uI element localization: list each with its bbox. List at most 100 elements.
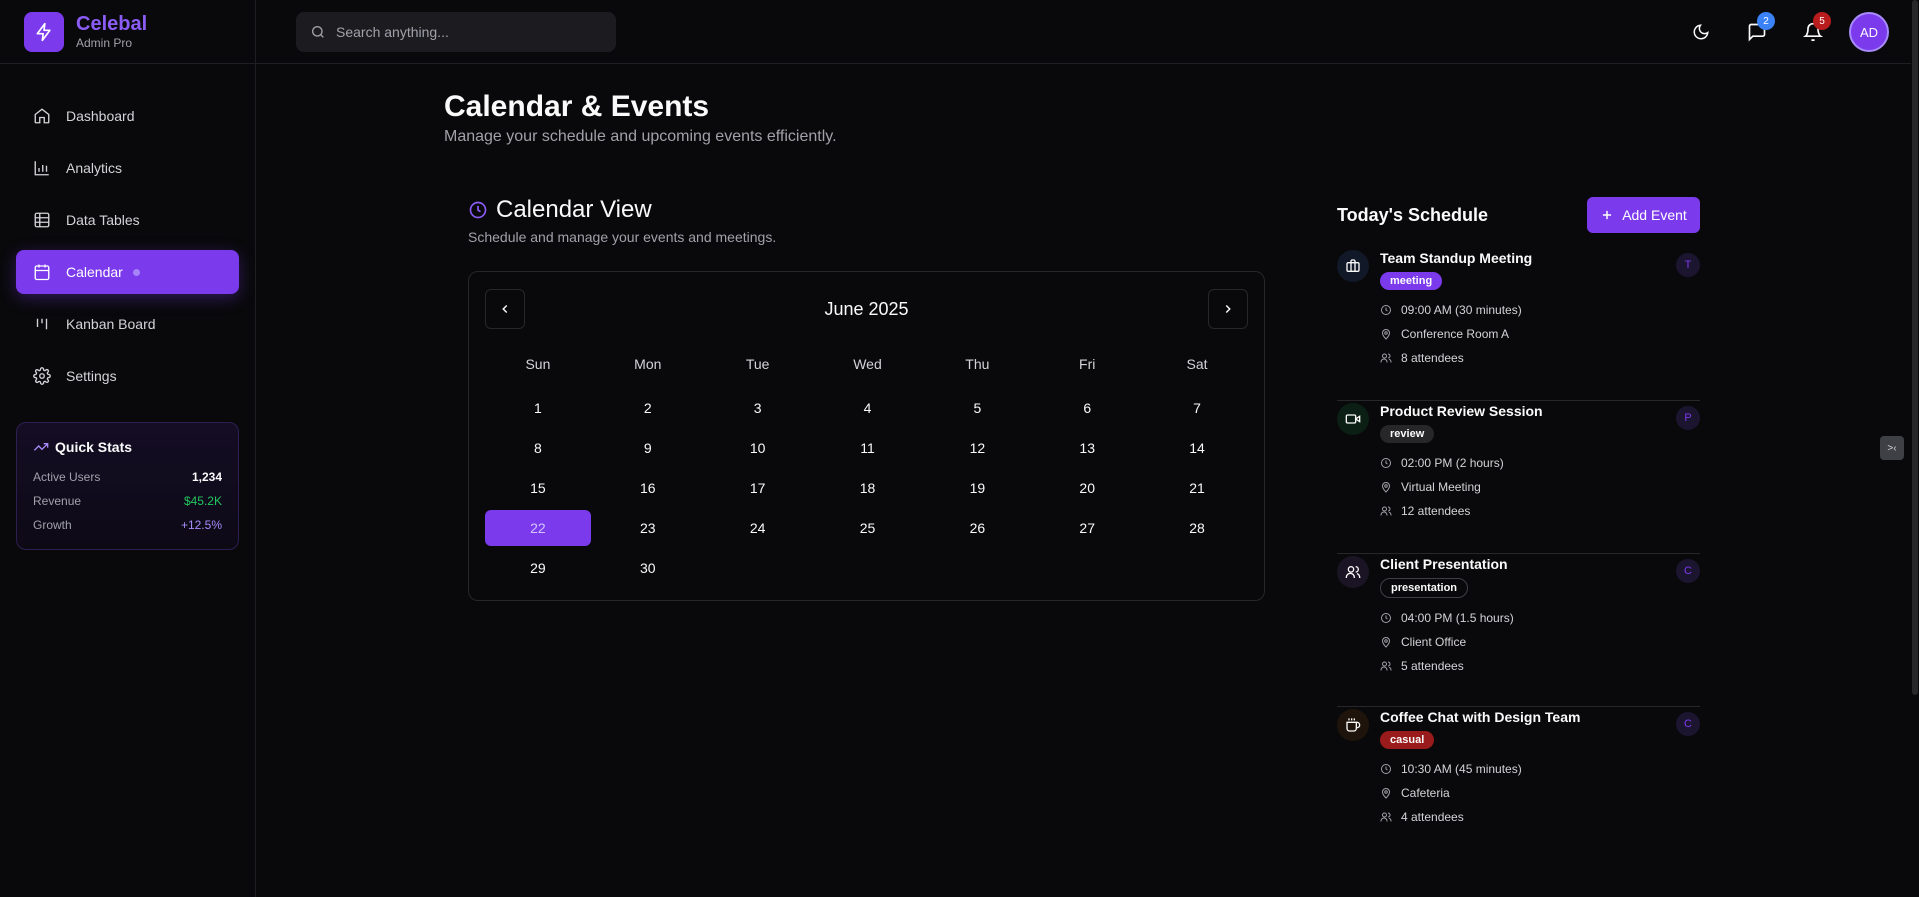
event-attendees-text: 5 attendees (1401, 659, 1464, 673)
messages-button[interactable]: 2 (1737, 12, 1777, 52)
users-icon (1337, 556, 1369, 588)
week-row: 29 30 (485, 550, 1250, 586)
home-icon (32, 106, 52, 126)
sidebar-item-analytics[interactable]: Analytics (16, 146, 239, 190)
weekday-label: Sun (525, 356, 551, 372)
schedule-event[interactable]: Coffee Chat with Design Team casual 10:30 … (1337, 707, 1700, 860)
quick-stats-title: Quick Stats (55, 439, 133, 455)
day-cell[interactable]: 26 (924, 510, 1030, 546)
day-cell[interactable]: 24 (705, 510, 811, 546)
day-cell[interactable]: 13 (1034, 430, 1140, 466)
scrollbar-thumb[interactable] (1912, 0, 1918, 695)
briefcase-icon (1337, 250, 1369, 282)
event-tag: presentation (1380, 578, 1469, 598)
event-attendees-text: 12 attendees (1401, 504, 1471, 518)
day-cell[interactable]: 15 (485, 470, 591, 506)
day-cell[interactable]: 17 (705, 470, 811, 506)
day-cell[interactable]: 6 (1034, 390, 1140, 426)
theme-toggle-button[interactable] (1681, 12, 1721, 52)
quick-stats-card: Quick Stats Active Users 1,234 Revenue $… (16, 422, 239, 550)
notifications-button[interactable]: 5 (1793, 12, 1833, 52)
day-cell[interactable]: 19 (924, 470, 1030, 506)
day-cell[interactable]: 10 (705, 430, 811, 466)
day-cell[interactable]: 3 (705, 390, 811, 426)
day-cell[interactable]: 16 (595, 470, 701, 506)
lightning-icon (24, 11, 64, 52)
stat-label: Growth (33, 518, 72, 532)
video-icon (1337, 403, 1369, 435)
weekday-label: Tue (745, 356, 770, 372)
page-subtitle: Manage your schedule and upcoming events… (444, 128, 837, 145)
brand-name: Celebal (76, 12, 148, 35)
day-cell[interactable]: 5 (924, 390, 1030, 426)
weekday-label: Mon (634, 356, 662, 372)
chevron-right-icon (1221, 302, 1235, 316)
day-cell[interactable]: 30 (595, 550, 701, 586)
sidebar-item-kanban-board[interactable]: Kanban Board (16, 302, 239, 346)
day-cell[interactable]: 21 (1144, 470, 1250, 506)
moon-icon (1692, 23, 1710, 41)
day-cell[interactable]: 18 (815, 470, 921, 506)
day-cell[interactable]: 8 (485, 430, 591, 466)
schedule-event[interactable]: Product Review Session review 02:00 PM (2 … (1337, 401, 1700, 554)
week-row: 1234567 (485, 390, 1250, 426)
brand-subtitle: Admin Pro (76, 35, 133, 50)
devtools-toggle-icon[interactable]: >‹ (1880, 436, 1904, 460)
schedule-title: Today's Schedule (1337, 205, 1488, 225)
search-input[interactable] (336, 24, 596, 40)
day-cell[interactable]: 11 (815, 430, 921, 466)
coffee-icon (1337, 709, 1369, 741)
add-event-button[interactable]: Add Event (1587, 197, 1700, 233)
sidebar-item-settings[interactable]: Settings (16, 354, 239, 398)
event-owner-avatar: P (1676, 406, 1700, 430)
schedule-event[interactable]: Team Standup Meeting meeting 09:00 AM (30 … (1337, 248, 1700, 401)
day-cell[interactable]: 23 (595, 510, 701, 546)
day-cell[interactable]: 27 (1034, 510, 1140, 546)
schedule-event-list: Team Standup Meeting meeting 09:00 AM (30 … (1337, 248, 1700, 860)
day-cell[interactable]: 7 (1144, 390, 1250, 426)
day-cell[interactable]: 9 (595, 430, 701, 466)
sidebar-item-dashboard[interactable]: Dashboard (16, 94, 239, 138)
empty-day-cell (924, 550, 1030, 586)
empty-day-cell (705, 550, 811, 586)
page-scrollbar[interactable] (1911, 0, 1919, 897)
users-icon (1380, 660, 1394, 672)
day-cell[interactable]: 25 (815, 510, 921, 546)
day-cell[interactable]: 28 (1144, 510, 1250, 546)
stat-value: +12.5% (180, 518, 222, 532)
event-time-text: 02:00 PM (2 hours) (1401, 456, 1504, 470)
weekday-header: Sun Mon Tue Wed Thu Fri Sat (485, 350, 1250, 378)
search-box[interactable] (296, 12, 616, 52)
day-cell[interactable]: 14 (1144, 430, 1250, 466)
day-cell[interactable]: 1 (485, 390, 591, 426)
sidebar-item-label: Data Tables (66, 212, 140, 228)
notifications-badge: 5 (1813, 12, 1831, 30)
schedule-event[interactable]: Client Presentation presentation 04:00 PM … (1337, 554, 1700, 707)
brand[interactable]: Celebal Admin Pro (0, 0, 255, 64)
empty-day-cell (1144, 550, 1250, 586)
day-cell[interactable]: 4 (815, 390, 921, 426)
sidebar-item-data-tables[interactable]: Data Tables (16, 198, 239, 242)
week-row: 22 23 24 25 26 27 28 (485, 510, 1250, 546)
next-month-button[interactable] (1208, 289, 1248, 329)
users-icon (1380, 811, 1394, 823)
day-cell[interactable]: 2 (595, 390, 701, 426)
weekday-label: Fri (1079, 356, 1096, 372)
event-attendees-text: 8 attendees (1401, 351, 1464, 365)
event-title: Client Presentation (1380, 556, 1508, 572)
event-location: Client Office (1380, 630, 1514, 654)
day-cell[interactable]: 20 (1034, 470, 1140, 506)
day-cell[interactable]: 29 (485, 550, 591, 586)
calendar-weeks: 1 2 3 4 5 6 7 8 9 10 11 12 13 14 15 16 17 18 19 20 21 22 23 24 2… (485, 390, 1250, 586)
event-location: Conference Room A (1380, 322, 1532, 346)
user-avatar[interactable]: AD (1849, 12, 1889, 52)
event-title: Team Standup Meeting (1380, 250, 1533, 266)
event-attendees-text: 4 attendees (1401, 810, 1464, 824)
day-cell[interactable]: 22 (485, 510, 591, 546)
top-header: 2 5 AD (256, 0, 1919, 64)
week-row: 8 9 10 11 12 13 14 (485, 430, 1250, 466)
sidebar-item-calendar[interactable]: Calendar (16, 250, 239, 294)
event-title: Coffee Chat with Design Team (1380, 709, 1581, 725)
messages-badge: 2 (1757, 12, 1775, 30)
day-cell[interactable]: 12 (924, 430, 1030, 466)
